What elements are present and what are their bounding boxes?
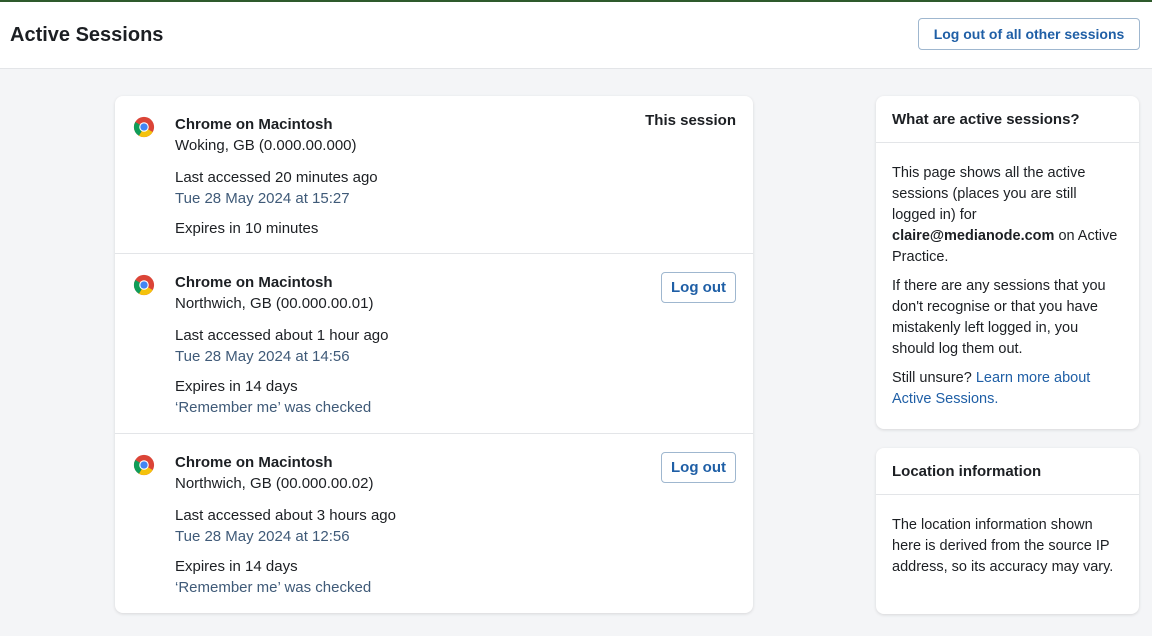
info-text: This page shows all the active sessions …: [892, 165, 1086, 223]
logout-session-button[interactable]: Log out: [661, 272, 736, 303]
info-paragraph: If there are any sessions that you don't…: [892, 278, 1106, 357]
session-remember-me: ‘Remember me’ was checked: [175, 399, 372, 416]
session-item: Chrome on Macintosh Woking, GB (0.000.00…: [115, 96, 753, 254]
location-information-panel: Location information The location inform…: [876, 448, 1139, 614]
session-item: Chrome on Macintosh Northwich, GB (00.00…: [115, 434, 753, 613]
session-item: Chrome on Macintosh Northwich, GB (00.00…: [115, 254, 753, 434]
this-session-label: This session: [645, 112, 736, 129]
session-browser: Chrome on Macintosh: [175, 454, 333, 471]
logout-all-other-sessions-button[interactable]: Log out of all other sessions: [918, 18, 1140, 50]
session-details: Chrome on Macintosh Northwich, GB (00.00…: [175, 273, 389, 418]
info-text: Still unsure?: [892, 370, 972, 386]
session-date: Tue 28 May 2024 at 15:27: [175, 190, 350, 207]
info-paragraph: Still unsure? Learn more about Active Se…: [892, 368, 1123, 410]
session-date: Tue 28 May 2024 at 12:56: [175, 528, 350, 545]
panel-body: The location information shown here is d…: [876, 495, 1139, 578]
session-details: Chrome on Macintosh Northwich, GB (00.00…: [175, 453, 396, 598]
panel-heading: Location information: [876, 448, 1139, 495]
page-title: Active Sessions: [10, 24, 164, 46]
chrome-icon: [133, 454, 155, 476]
session-remember-me: ‘Remember me’ was checked: [175, 579, 372, 596]
session-date: Tue 28 May 2024 at 14:56: [175, 348, 350, 365]
what-are-active-sessions-panel: What are active sessions? This page show…: [876, 96, 1139, 429]
page-header: Active Sessions Log out of all other ses…: [0, 2, 1152, 69]
panel-heading: What are active sessions?: [876, 96, 1139, 143]
session-location: Northwich, GB (00.000.00.01): [175, 295, 374, 312]
session-expires: Expires in 10 minutes: [175, 220, 319, 237]
session-browser: Chrome on Macintosh: [175, 116, 333, 133]
chrome-icon: [133, 116, 155, 138]
session-last-accessed: Last accessed about 1 hour ago: [175, 327, 389, 344]
session-last-accessed: Last accessed about 3 hours ago: [175, 507, 396, 524]
info-paragraph: This page shows all the active sessions …: [892, 163, 1123, 268]
user-email: claire@medianode.com: [892, 228, 1055, 244]
info-paragraph: The location information shown here is d…: [892, 517, 1114, 575]
session-location: Woking, GB (0.000.00.000): [175, 137, 357, 154]
chrome-icon: [133, 274, 155, 296]
panel-body: This page shows all the active sessions …: [876, 143, 1139, 410]
session-browser: Chrome on Macintosh: [175, 274, 333, 291]
session-expires: Expires in 14 days: [175, 378, 298, 395]
logout-session-button[interactable]: Log out: [661, 452, 736, 483]
session-details: Chrome on Macintosh Woking, GB (0.000.00…: [175, 115, 378, 239]
session-expires: Expires in 14 days: [175, 558, 298, 575]
sessions-list: Chrome on Macintosh Woking, GB (0.000.00…: [115, 96, 753, 613]
session-last-accessed: Last accessed 20 minutes ago: [175, 169, 378, 186]
session-location: Northwich, GB (00.000.00.02): [175, 475, 374, 492]
